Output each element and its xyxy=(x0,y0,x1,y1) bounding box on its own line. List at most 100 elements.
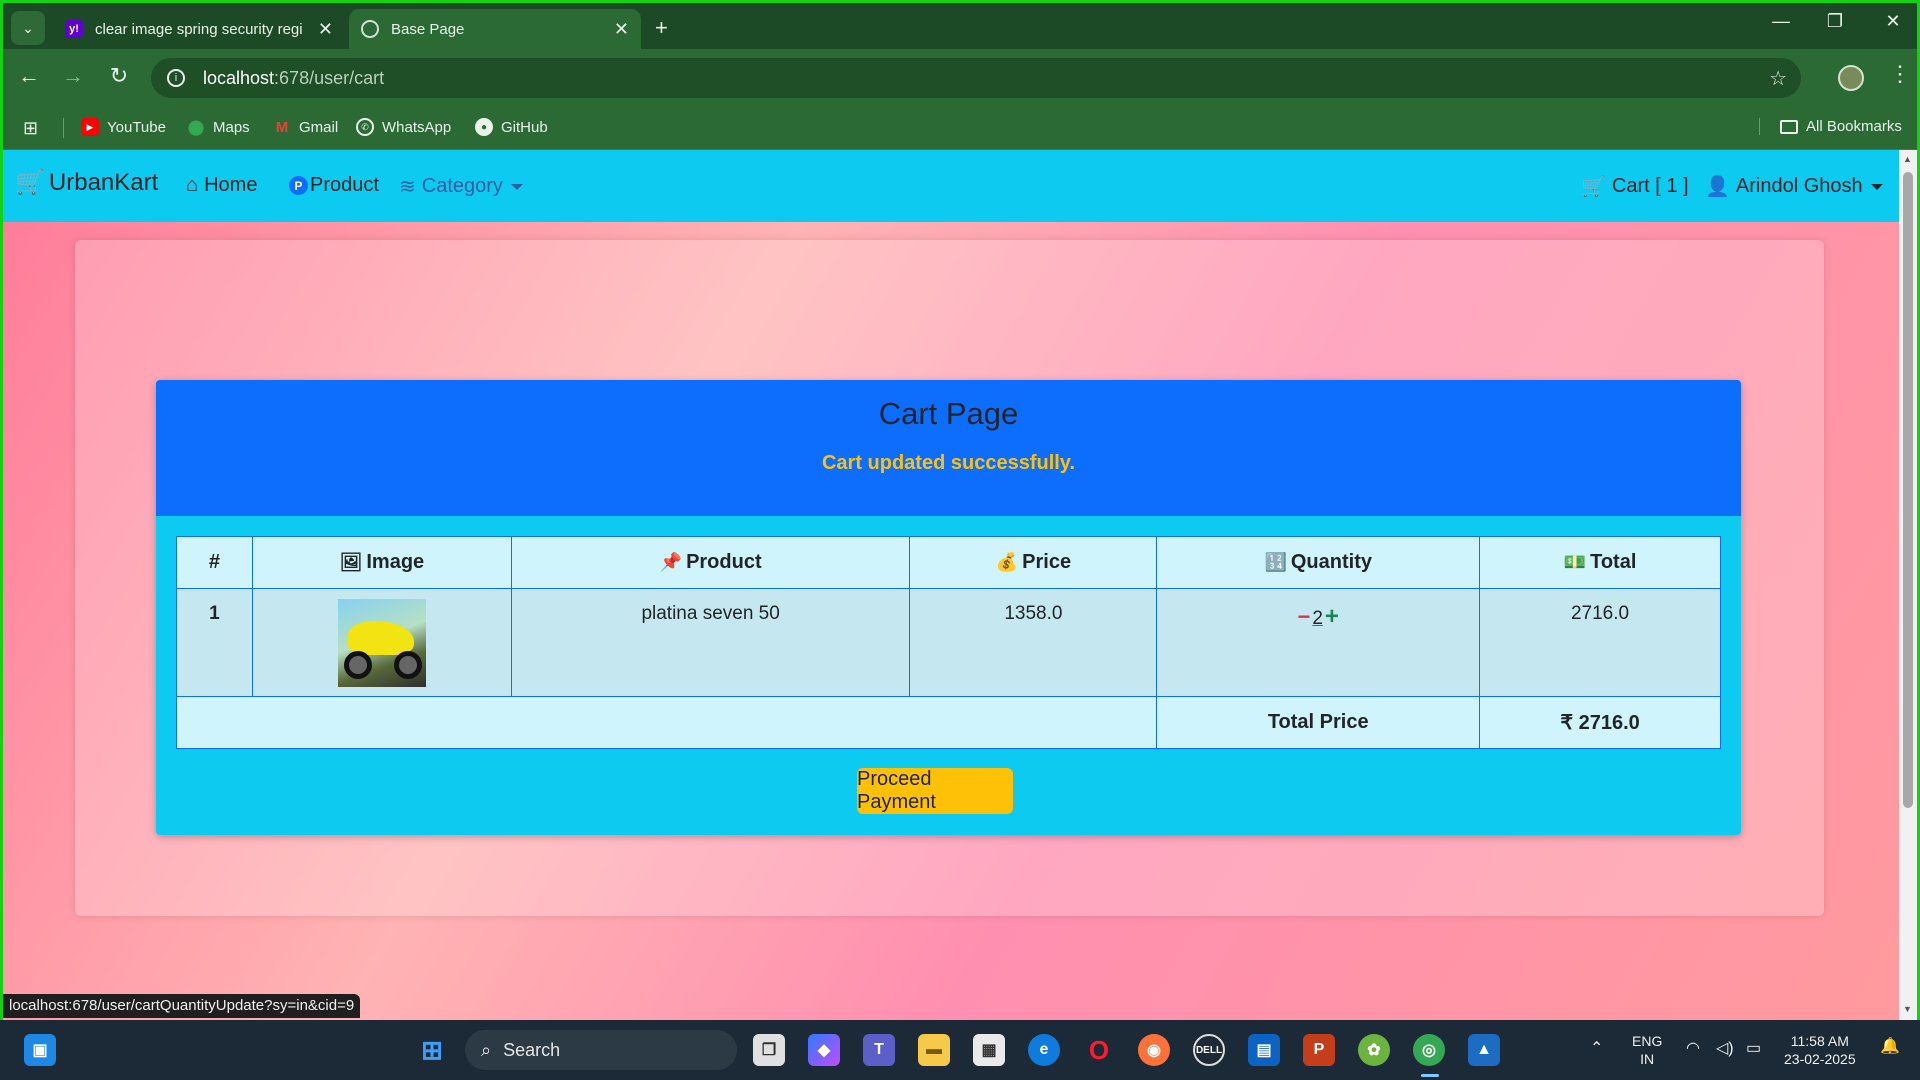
total-row-spacer xyxy=(175,696,1158,749)
bookmark-label: WhatsApp xyxy=(382,118,452,136)
blue-app-icon[interactable]: ▤ xyxy=(1248,1034,1280,1066)
clock[interactable]: 11:58 AM 23-02-2025 xyxy=(1784,1032,1856,1068)
back-icon[interactable]: ← xyxy=(13,63,45,89)
brand-link[interactable]: 🛒 UrbanKart xyxy=(15,168,158,197)
windows-start-icon[interactable]: ⊞ xyxy=(416,1034,448,1066)
cell-product: platina seven 50 xyxy=(510,588,911,697)
nav-product-label: Product xyxy=(310,174,379,196)
increase-quantity-button[interactable]: + xyxy=(1325,603,1339,630)
cart-card-header: Cart Page Cart updated successfully. xyxy=(156,380,1741,516)
forward-icon[interactable]: → xyxy=(57,63,89,89)
dell-icon[interactable]: DELL xyxy=(1193,1034,1225,1066)
bookmark-youtube[interactable]: ▶ YouTube xyxy=(81,118,166,136)
product-p-icon: P xyxy=(289,176,308,195)
page-title: Cart Page xyxy=(878,396,1019,431)
tab-inactive[interactable]: y! clear image spring security regi ✕ xyxy=(53,9,345,49)
cart-icon: 🛒 xyxy=(1581,176,1606,198)
site-info-icon[interactable]: i xyxy=(167,69,185,87)
tab-search-button[interactable]: ⌄ xyxy=(11,11,45,45)
page-scrollbar[interactable]: ▲ ▼ xyxy=(1899,150,1917,1020)
banknote-icon: 💵 xyxy=(1563,552,1587,572)
wifi-icon[interactable]: ◠ xyxy=(1686,1040,1700,1058)
pushpin-icon: 📌 xyxy=(659,552,683,572)
nav-cart[interactable]: 🛒 Cart [ 1 ] xyxy=(1581,174,1689,199)
url-host: localhost xyxy=(203,67,275,88)
nav-user-dropdown[interactable]: 👤 Arindol Ghosh xyxy=(1705,174,1883,199)
cart-table: # 🖼 Image 📌 Product 💰 Price 🔢 Quantity 💵 Tota… xyxy=(175,536,1721,749)
scrollbar-thumb[interactable] xyxy=(1903,172,1913,808)
new-tab-button[interactable]: + xyxy=(655,15,668,41)
chrome-active-indicator xyxy=(1421,1074,1439,1077)
bookmark-maps[interactable]: ⬤ Maps xyxy=(187,118,250,137)
spring-tool-suite-icon[interactable]: ✿ xyxy=(1358,1034,1390,1066)
copilot-icon[interactable]: ◆ xyxy=(808,1034,840,1066)
taskbar-search[interactable]: ⌕ Search xyxy=(465,1030,737,1070)
column-header-product-label: Product xyxy=(686,551,762,573)
maps-icon: ⬤ xyxy=(187,119,205,136)
scroll-down-arrow-icon[interactable]: ▼ xyxy=(1903,1004,1912,1014)
scroll-up-arrow-icon[interactable]: ▲ xyxy=(1903,154,1912,164)
microsoft-store-icon[interactable]: ▦ xyxy=(973,1034,1005,1066)
reload-icon[interactable]: ↻ xyxy=(103,63,135,89)
table-header-row: # 🖼 Image 📌 Product 💰 Price 🔢 Quantity 💵 Tota… xyxy=(176,536,1721,589)
page-viewport: 🛒 UrbanKart ⌂ Home P Product ≋ Category … xyxy=(3,150,1899,1020)
column-header-price: 💰 Price xyxy=(909,536,1158,589)
firefox-icon[interactable]: ◉ xyxy=(1138,1034,1170,1066)
restore-button[interactable]: ❐ xyxy=(1815,11,1855,32)
money-bag-icon: 💰 xyxy=(995,552,1019,572)
site-navbar: 🛒 UrbanKart ⌂ Home P Product ≋ Category … xyxy=(3,150,1899,222)
proceed-payment-button[interactable]: Proceed Payment xyxy=(857,768,1013,814)
edge-icon[interactable]: e xyxy=(1028,1034,1060,1066)
close-icon[interactable]: ✕ xyxy=(318,19,333,40)
photos-icon[interactable]: ▲ xyxy=(1468,1034,1500,1066)
battery-icon[interactable]: ▭ xyxy=(1746,1040,1761,1058)
decrease-quantity-button[interactable]: − xyxy=(1297,604,1310,629)
tab-active[interactable]: o Base Page ✕ xyxy=(349,9,641,49)
motorcycle-wheel xyxy=(343,651,372,679)
notifications-bell-icon[interactable]: 🔔 xyxy=(1880,1038,1900,1056)
clock-date: 23-02-2025 xyxy=(1784,1051,1856,1067)
task-view-icon[interactable]: ❐ xyxy=(753,1034,785,1066)
powerpoint-icon[interactable]: P xyxy=(1303,1034,1335,1066)
opera-icon[interactable]: O xyxy=(1083,1034,1115,1066)
browser-toolbar: ← → ↻ i localhost:678/user/cart ☆ ⋮ xyxy=(3,49,1917,106)
column-header-quantity: 🔢 Quantity xyxy=(1156,536,1481,589)
nav-category-dropdown[interactable]: ≋ Category xyxy=(399,174,523,199)
nav-home[interactable]: ⌂ Home xyxy=(186,174,257,197)
bookmark-star-icon[interactable]: ☆ xyxy=(1769,66,1787,91)
teams-icon[interactable]: T xyxy=(863,1034,895,1066)
bookmark-github[interactable]: ● GitHub xyxy=(475,118,548,136)
nav-home-label: Home xyxy=(204,174,258,196)
taskbar-search-label: Search xyxy=(503,1039,561,1060)
user-icon: 👤 xyxy=(1705,176,1730,198)
address-bar[interactable]: i localhost:678/user/cart ☆ xyxy=(151,58,1801,98)
profile-avatar[interactable] xyxy=(1838,65,1864,91)
widgets-icon[interactable]: ▣ xyxy=(24,1034,56,1066)
product-image xyxy=(337,599,426,687)
close-window-button[interactable]: ✕ xyxy=(1873,11,1913,32)
clock-time: 11:58 AM xyxy=(1790,1033,1849,1049)
youtube-icon: ▶ xyxy=(81,118,99,136)
cell-price: 1358.0 xyxy=(909,588,1158,697)
all-bookmarks[interactable]: All Bookmarks xyxy=(1759,118,1902,135)
nav-product[interactable]: P Product xyxy=(289,174,379,197)
bookmark-gmail[interactable]: M Gmail xyxy=(273,118,338,136)
layers-icon: ≋ xyxy=(399,176,416,198)
minimize-button[interactable]: — xyxy=(1761,11,1801,32)
show-hidden-icons-chevron-icon[interactable]: ⌃ xyxy=(1590,1040,1603,1058)
file-explorer-icon[interactable]: ▬ xyxy=(918,1034,950,1066)
table-row: 1 platina seven 50 1358.0 −2+ 2716.0 xyxy=(176,588,1721,697)
numbers-icon: 🔢 xyxy=(1264,552,1287,572)
bookmark-whatsapp[interactable]: ✆ WhatsApp xyxy=(356,118,451,136)
apps-grid-icon[interactable]: ⊞ xyxy=(23,118,38,139)
search-icon: ⌕ xyxy=(481,1039,492,1060)
column-header-total: 💵 Total xyxy=(1479,536,1721,589)
language-indicator[interactable]: ENG IN xyxy=(1632,1032,1662,1068)
menu-kebab-icon[interactable]: ⋮ xyxy=(1889,61,1911,87)
taskbar: ▣ ⊞ ⌕ Search ❐ ◆ T ▬ ▦ e O ◉ DELL ▤ P ✿ … xyxy=(0,1020,1920,1080)
column-header-price-label: Price xyxy=(1022,551,1072,573)
frame-icon: 🖼 xyxy=(339,552,363,572)
chrome-icon[interactable]: ◎ xyxy=(1413,1034,1445,1066)
close-icon[interactable]: ✕ xyxy=(614,19,629,40)
volume-icon[interactable]: ◁) xyxy=(1716,1040,1734,1058)
